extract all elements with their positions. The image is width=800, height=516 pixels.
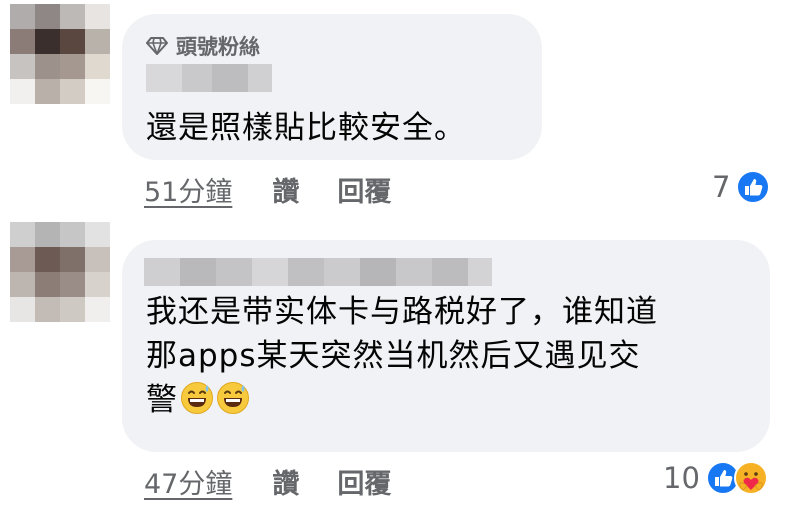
comment-bubble: 頭號粉絲 還是照樣貼比較安全。 (122, 14, 542, 160)
comment-actions: 51分鐘 讚 回覆 (144, 170, 391, 209)
comment-text-segment: 警 (146, 382, 178, 418)
like-icon (736, 170, 771, 204)
care-icon (733, 461, 768, 495)
commenter-name-censored[interactable] (144, 258, 492, 286)
like-button[interactable]: 讚 (272, 170, 299, 209)
commenter-avatar[interactable] (10, 4, 110, 104)
comment-timestamp-link[interactable]: 51分鐘 (144, 170, 232, 209)
reaction-count: 7 (712, 170, 731, 204)
top-fan-badge[interactable]: 頭號粉絲 (146, 31, 260, 61)
reply-button[interactable]: 回覆 (337, 170, 391, 209)
reply-button[interactable]: 回覆 (337, 462, 391, 501)
reaction-icons (705, 461, 768, 495)
grinning-sweat-emoji (217, 382, 249, 414)
reaction-summary[interactable]: 10 (663, 461, 768, 495)
diamond-icon (146, 37, 168, 55)
comment-text: 還是照樣貼比較安全。 (146, 106, 466, 150)
comment-timestamp-link[interactable]: 47分鐘 (144, 462, 232, 501)
comment-text-line: 警 (146, 378, 756, 422)
commenter-name-censored[interactable] (146, 64, 272, 92)
comment-text-line: 我还是带实体卡与路税好了，谁知道 (146, 294, 658, 330)
reaction-count: 10 (663, 461, 700, 495)
commenter-avatar[interactable] (10, 222, 110, 322)
comment-text-line: 那apps某天突然当机然后又遇见交 (146, 338, 641, 374)
like-button[interactable]: 讚 (272, 462, 299, 501)
comment-text: 我还是带实体卡与路税好了，谁知道 那apps某天突然当机然后又遇见交 警 (146, 290, 756, 422)
comment-actions: 47分鐘 讚 回覆 (144, 462, 391, 501)
comment-text-line: 還是照樣貼比較安全。 (146, 110, 466, 146)
grinning-sweat-emoji (181, 382, 213, 414)
badge-label: 頭號粉絲 (176, 35, 260, 59)
comment-bubble: 我还是带实体卡与路税好了，谁知道 那apps某天突然当机然后又遇见交 警 (122, 240, 770, 452)
reaction-summary[interactable]: 7 (712, 170, 771, 204)
